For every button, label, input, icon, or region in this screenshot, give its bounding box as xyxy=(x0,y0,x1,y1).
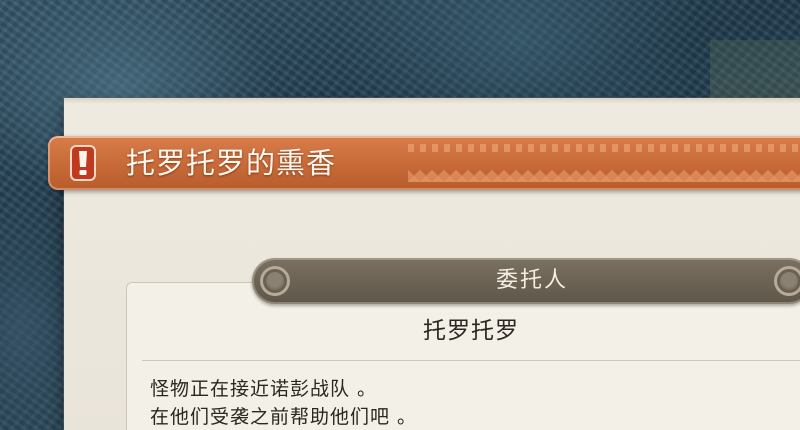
quest-title: 托罗托罗的熏香 xyxy=(126,146,337,180)
description-line: 怪物正在接近诺彭战队 。 xyxy=(150,378,378,400)
right-bolt-icon xyxy=(774,266,800,296)
client-header-label: 委托人 xyxy=(495,268,568,293)
quest-title-banner: 托罗托罗的熏香 xyxy=(48,136,800,190)
description-line: 在他们受袭之前帮助他们吧 。 xyxy=(150,406,418,428)
quest-description: 怪物正在接近诺彭战队 。 在他们受袭之前帮助他们吧 。 xyxy=(150,375,417,430)
banner-pattern xyxy=(408,144,800,152)
divider xyxy=(142,360,800,361)
quest-flask-icon xyxy=(68,145,98,181)
client-header-bar: 委托人 xyxy=(252,258,800,304)
game-scene: 托罗托罗的熏香 委托人 托罗托罗 怪物正在接近诺彭战队 。 在他们受袭之前帮助他… xyxy=(0,0,800,430)
client-name: 托罗托罗 xyxy=(423,318,519,344)
